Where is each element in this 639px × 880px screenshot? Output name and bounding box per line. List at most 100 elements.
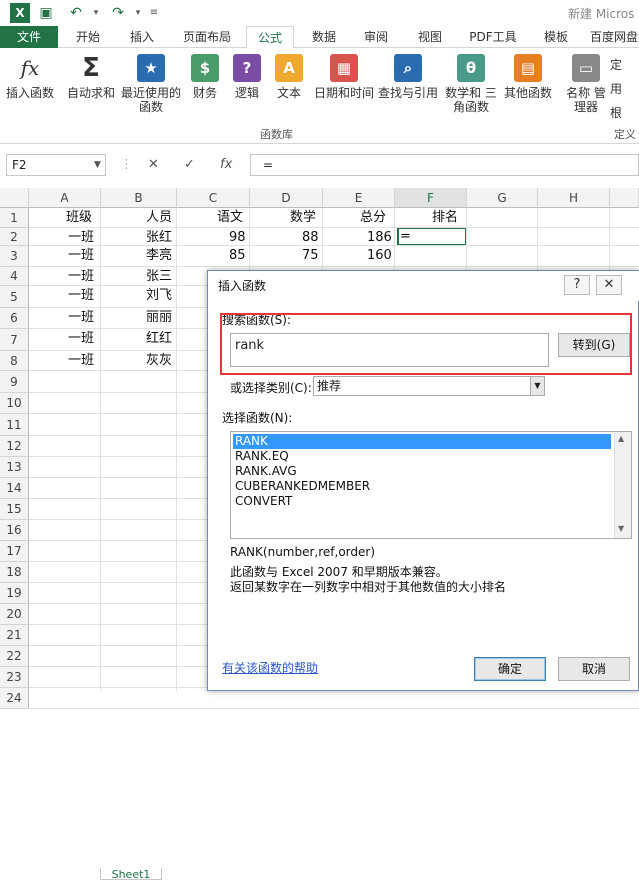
- row-header-11[interactable]: 11: [0, 414, 29, 436]
- row-header-23[interactable]: 23: [0, 667, 29, 688]
- recently-used-button[interactable]: ★ 最近使用的 函数: [120, 54, 182, 114]
- customize-toolbar-icon[interactable]: ≡: [144, 3, 164, 23]
- cell-a7[interactable]: 一班: [68, 329, 94, 349]
- date-time-button[interactable]: ▦ 日期和时间: [312, 54, 376, 100]
- row-header-4[interactable]: 4: [0, 267, 29, 286]
- row-header-16[interactable]: 16: [0, 520, 29, 541]
- insert-function-fx-icon[interactable]: fx: [220, 154, 232, 176]
- row-header-18[interactable]: 18: [0, 562, 29, 583]
- cell-b4[interactable]: 张三: [146, 267, 172, 287]
- save-icon[interactable]: ▣: [36, 3, 56, 23]
- column-header-e[interactable]: E: [323, 188, 395, 208]
- cell-c1[interactable]: 语文: [217, 208, 243, 228]
- cell-b3[interactable]: 李亮: [146, 246, 172, 266]
- cell-b7[interactable]: 红红: [146, 329, 172, 349]
- tab-insert[interactable]: 插入: [120, 26, 164, 48]
- row-header-15[interactable]: 15: [0, 499, 29, 520]
- tab-review[interactable]: 审阅: [356, 26, 396, 48]
- column-header-a[interactable]: A: [29, 188, 101, 208]
- autosum-button[interactable]: Σ 自动求和: [64, 54, 118, 100]
- category-dropdown-icon[interactable]: ▼: [530, 377, 544, 395]
- cell-b5[interactable]: 刘飞: [146, 286, 172, 306]
- category-select[interactable]: 推荐: [313, 376, 545, 396]
- name-box-dropdown-icon[interactable]: ▼: [94, 154, 101, 176]
- function-help-link[interactable]: 有关该函数的帮助: [222, 659, 318, 676]
- formula-input[interactable]: =: [250, 154, 639, 176]
- scroll-down-icon[interactable]: ▼: [618, 524, 624, 533]
- undo-dropdown-icon[interactable]: ▾: [86, 3, 106, 23]
- scroll-up-icon[interactable]: ▲: [618, 434, 624, 443]
- cell-d1[interactable]: 数学: [290, 208, 316, 228]
- cell-e3[interactable]: 160: [367, 246, 392, 266]
- insert-function-button[interactable]: fx 插入函数: [4, 54, 56, 100]
- lookup-reference-button[interactable]: ⌕ 查找与引用: [376, 54, 440, 100]
- cell-a3[interactable]: 一班: [68, 246, 94, 266]
- row-header-10[interactable]: 10: [0, 393, 29, 414]
- column-header-c[interactable]: C: [177, 188, 250, 208]
- cell-c3[interactable]: 85: [229, 246, 246, 266]
- row-header-17[interactable]: 17: [0, 541, 29, 562]
- row-header-5[interactable]: 5: [0, 286, 29, 308]
- define-name-item[interactable]: 定: [610, 56, 622, 73]
- name-manager-button[interactable]: ▭ 名称 管理器: [564, 54, 608, 114]
- enter-icon[interactable]: ✓: [184, 154, 195, 176]
- help-icon[interactable]: ?: [564, 275, 590, 295]
- math-trig-button[interactable]: θ 数学和 三角函数: [440, 54, 502, 114]
- financial-button[interactable]: $ 财务: [188, 54, 222, 100]
- cell-a5[interactable]: 一班: [68, 286, 94, 306]
- cell-b1[interactable]: 人员: [146, 208, 172, 228]
- column-header-f[interactable]: F: [395, 188, 467, 208]
- redo-icon[interactable]: ↷: [108, 3, 128, 23]
- column-header-h[interactable]: H: [538, 188, 610, 208]
- list-item-rank-avg[interactable]: RANK.AVG: [233, 464, 297, 479]
- name-box[interactable]: F2: [6, 154, 106, 176]
- column-header-g[interactable]: G: [467, 188, 538, 208]
- tab-data[interactable]: 数据: [304, 26, 344, 48]
- listbox-scrollbar[interactable]: ▲ ▼: [614, 432, 631, 538]
- row-header-6[interactable]: 6: [0, 308, 29, 329]
- row-header-7[interactable]: 7: [0, 329, 29, 351]
- use-in-formula-item[interactable]: 用: [610, 80, 622, 97]
- select-all-corner[interactable]: [0, 188, 29, 208]
- cell-f2-active[interactable]: =: [397, 227, 467, 246]
- list-item-convert[interactable]: CONVERT: [233, 494, 292, 509]
- tab-templates[interactable]: 模板: [536, 26, 576, 48]
- cell-e1[interactable]: 总分: [360, 208, 386, 228]
- ok-button[interactable]: 确定: [474, 657, 546, 681]
- create-from-selection-item[interactable]: 根: [610, 104, 622, 121]
- cancel-button[interactable]: 取消: [558, 657, 630, 681]
- row-header-14[interactable]: 14: [0, 478, 29, 499]
- more-functions-button[interactable]: ▤ 其他函数: [502, 54, 554, 100]
- tab-page-layout[interactable]: 页面布局: [176, 26, 238, 48]
- close-icon[interactable]: ✕: [596, 275, 622, 295]
- logical-button[interactable]: ? 逻辑: [230, 54, 264, 100]
- cell-f1[interactable]: 排名: [432, 208, 458, 228]
- list-item-rank[interactable]: RANK: [233, 434, 611, 449]
- cell-a6[interactable]: 一班: [68, 308, 94, 328]
- row-header-8[interactable]: 8: [0, 351, 29, 371]
- row-header-1[interactable]: 1: [0, 208, 29, 228]
- cancel-icon[interactable]: ✕: [148, 154, 159, 176]
- tab-baidu-netdisk[interactable]: 百度网盘: [590, 26, 639, 48]
- row-header-22[interactable]: 22: [0, 646, 29, 667]
- text-button[interactable]: A 文本: [272, 54, 306, 100]
- row-header-21[interactable]: 21: [0, 625, 29, 646]
- row-header-9[interactable]: 9: [0, 371, 29, 393]
- cell-a4[interactable]: 一班: [68, 267, 94, 287]
- row-header-2[interactable]: 2: [0, 228, 29, 246]
- sheet-tab-sheet1[interactable]: Sheet1: [100, 868, 162, 880]
- list-item-cuberankedmember[interactable]: CUBERANKEDMEMBER: [233, 479, 370, 494]
- tab-formulas[interactable]: 公式: [246, 26, 294, 49]
- cell-b8[interactable]: 灰灰: [146, 351, 172, 371]
- cell-a8[interactable]: 一班: [68, 351, 94, 371]
- row-header-3[interactable]: 3: [0, 246, 29, 267]
- row-header-19[interactable]: 19: [0, 583, 29, 604]
- cell-d3[interactable]: 75: [302, 246, 319, 266]
- list-item-rank-eq[interactable]: RANK.EQ: [233, 449, 289, 464]
- cell-a1[interactable]: 班级: [66, 208, 92, 228]
- undo-icon[interactable]: ↶: [66, 3, 86, 23]
- tab-home[interactable]: 开始: [66, 26, 110, 48]
- column-header-d[interactable]: D: [250, 188, 323, 208]
- tab-file[interactable]: 文件: [0, 26, 58, 48]
- function-listbox[interactable]: RANK RANK.EQ RANK.AVG CUBERANKEDMEMBER C…: [230, 431, 632, 539]
